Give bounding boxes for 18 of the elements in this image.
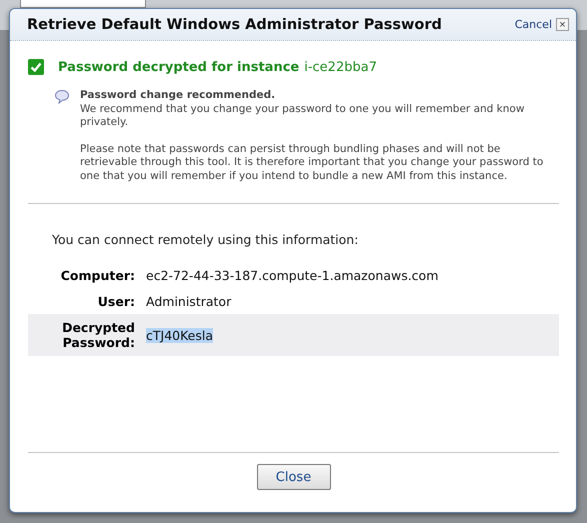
cancel-link[interactable]: Cancel <box>514 18 552 31</box>
notice-paragraph: We recommend that you change your password to one you will remember and know privately. <box>80 102 526 130</box>
status-message: Password decrypted for instance <box>58 60 300 74</box>
field-label: User: <box>96 294 135 308</box>
speech-bubble-icon <box>54 89 70 105</box>
field-value: ec2-72-44-33-187.compute-1.amazonaws.com <box>146 268 438 282</box>
dialog-title: Retrieve Default Windows Administrator Password <box>27 16 443 32</box>
field-value: Administrator <box>146 294 232 308</box>
close-button[interactable]: Close <box>256 464 330 490</box>
field-label: Computer: <box>60 268 135 282</box>
notice-heading: Password change recommended. <box>80 89 276 102</box>
intro-text: You can connect remotely using this information: <box>52 232 360 247</box>
check-icon <box>28 59 44 75</box>
notice-paragraph: Please note that passwords can persist through bundling phases and will not be retrievable through this tool. It is therefore important that you change your password to one that you will remember if you intend to bundle a new AMI from this instance. <box>80 142 544 183</box>
field-label: Decrypted Password: <box>61 320 135 350</box>
instance-id: i-ce22bba7 <box>304 60 377 74</box>
field-value: cTJ40Kesla <box>146 328 214 342</box>
close-button[interactable]: × <box>556 18 569 31</box>
